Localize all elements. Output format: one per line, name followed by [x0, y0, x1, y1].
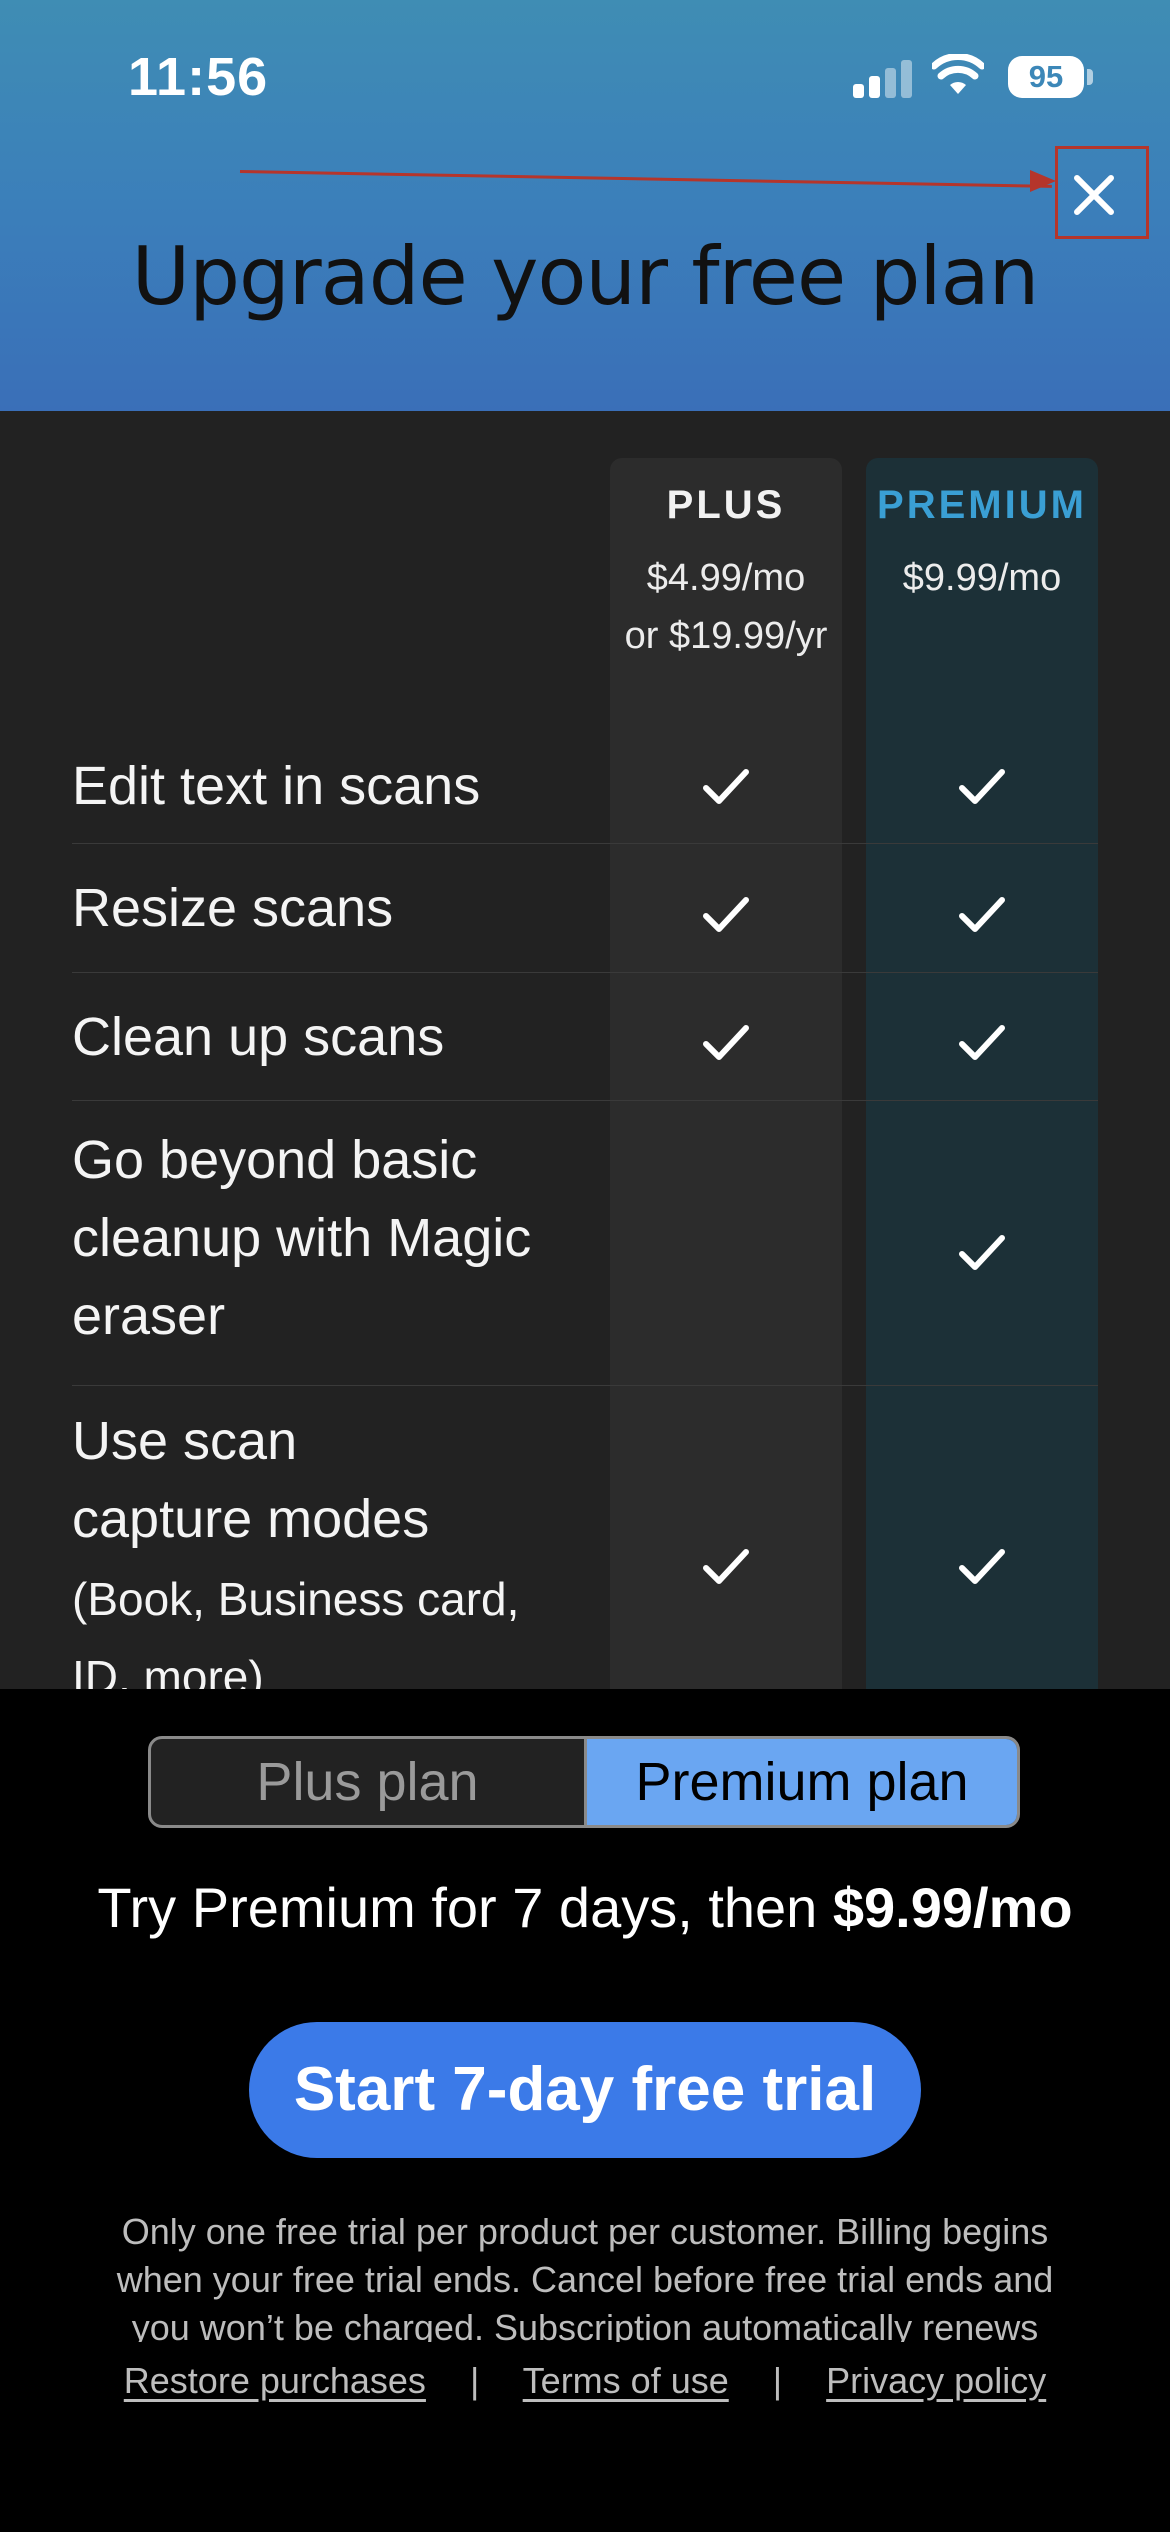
start-trial-button[interactable]: Start 7-day free trial	[249, 2022, 921, 2158]
battery-level: 95	[1028, 59, 1064, 94]
plus-plan-name: PLUS	[666, 483, 786, 527]
link-separator: |	[772, 2360, 783, 2401]
cellular-signal-icon	[853, 58, 913, 98]
page-title: Upgrade your free plan	[131, 230, 1040, 323]
feature-row: Go beyond basic cleanup with Magic erase…	[72, 1101, 1098, 1386]
plus-price-yearly: or $19.99/yr	[624, 615, 828, 657]
feature-row: Resize scans	[72, 844, 1098, 973]
plus-check-icon	[702, 1547, 750, 1587]
premium-check-icon	[958, 1547, 1006, 1587]
plus-plan-toggle[interactable]: Plus plan	[151, 1739, 587, 1825]
battery-icon: 95	[1008, 56, 1084, 98]
battery-tip	[1087, 69, 1093, 85]
plus-check-icon	[702, 1023, 750, 1063]
feature-sublabel: (Book, Business card, ID, more)	[72, 1573, 520, 1689]
trial-price: $9.99/mo	[832, 1876, 1073, 1939]
header: 11:56 95 Upgrade your free plan	[0, 0, 1170, 411]
feature-label: Go beyond basic cleanup with Magic erase…	[72, 1130, 532, 1346]
premium-check-icon	[958, 1023, 1006, 1063]
legal-text: Only one free trial per product per cust…	[116, 2211, 1054, 2342]
footer-links: Restore purchases | Terms of use | Priva…	[0, 2360, 1170, 2402]
premium-plan-toggle[interactable]: Premium plan	[587, 1739, 1017, 1825]
status-time: 11:56	[128, 47, 269, 107]
comparison-table: PLUS PREMIUM $4.99/mo or $19.99/yr $9.99…	[0, 411, 1170, 1689]
premium-plan-name: PREMIUM	[877, 483, 1087, 527]
feature-row: Use scan capture modes (Book, Business c…	[72, 1386, 1098, 1689]
link-separator: |	[469, 2360, 480, 2401]
premium-check-icon	[958, 1233, 1006, 1273]
plus-check-icon	[702, 767, 750, 807]
trial-description: Try Premium for 7 days, then $9.99/mo	[0, 1875, 1170, 1940]
restore-purchases-link[interactable]: Restore purchases	[124, 2360, 426, 2401]
privacy-policy-link[interactable]: Privacy policy	[826, 2360, 1046, 2401]
annotation-arrowhead	[1030, 170, 1056, 192]
trial-text-prefix: Try Premium for 7 days, then	[97, 1876, 833, 1939]
premium-check-icon	[958, 767, 1006, 807]
feature-row: Edit text in scans	[72, 731, 1098, 844]
plus-check-icon	[702, 895, 750, 935]
plan-toggle: Plus plan Premium plan	[148, 1736, 1020, 1828]
feature-label: Resize scans	[72, 878, 394, 938]
premium-check-icon	[958, 895, 1006, 935]
plus-price-monthly: $4.99/mo	[646, 557, 806, 599]
wifi-icon	[932, 54, 984, 94]
annotation-arrow	[239, 170, 1052, 188]
feature-label: Edit text in scans	[72, 756, 481, 816]
close-icon[interactable]	[1067, 168, 1121, 222]
terms-of-use-link[interactable]: Terms of use	[523, 2360, 729, 2401]
premium-price-monthly: $9.99/mo	[902, 557, 1062, 599]
feature-label: Clean up scans	[72, 1007, 445, 1067]
feature-row: Clean up scans	[72, 973, 1098, 1101]
feature-label: Use scan capture modes	[72, 1411, 430, 1549]
